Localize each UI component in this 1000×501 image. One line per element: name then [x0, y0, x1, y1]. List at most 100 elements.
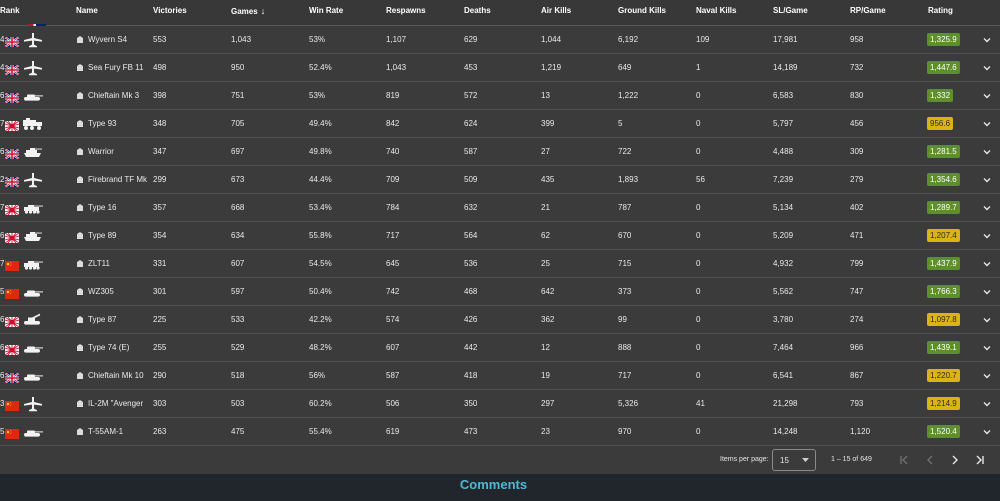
ground-kills-value: 5,326	[618, 399, 639, 408]
paginator: Items per page: 15 1 – 15 of 649	[0, 446, 1000, 474]
victories-value: 290	[153, 371, 167, 380]
ground-kills-value: 717	[618, 371, 632, 380]
victories-value: 498	[153, 63, 167, 72]
expand-chevron-down-icon[interactable]	[981, 426, 993, 438]
expand-chevron-down-icon[interactable]	[981, 258, 993, 270]
expand-chevron-down-icon[interactable]	[981, 90, 993, 102]
table-row[interactable]: 5 T-55AM-1 263 475 55.4% 619 473 23 970 0 14,248 1,…	[0, 418, 1000, 446]
victories-value: 301	[153, 287, 167, 296]
table-row[interactable]: 2 Firebrand TF Mk 299 673 44.4% 709 509 435 1,89…	[0, 166, 1000, 194]
header-rank[interactable]: Rank	[0, 6, 20, 15]
expand-chevron-down-icon[interactable]	[981, 146, 993, 158]
expand-chevron-down-icon[interactable]	[981, 370, 993, 382]
vehicle-name[interactable]: Type 89	[88, 231, 116, 240]
vehicle-name[interactable]: Sea Fury FB 11	[88, 63, 143, 72]
last-page-icon[interactable]	[974, 454, 986, 466]
table-row[interactable]: 5 WZ305 301 597 50.4% 742 468 642 373 0 5,562 747 1,…	[0, 278, 1000, 306]
respawns-value: 1,107	[386, 35, 407, 44]
header-games-label: Games	[231, 7, 258, 16]
victories-value: 348	[153, 119, 167, 128]
expand-chevron-down-icon[interactable]	[981, 34, 993, 46]
header-ground-kills[interactable]: Ground Kills	[618, 6, 666, 15]
table-row[interactable]: 6 Type 74 (E) 255 529 48.2% 607 442 12 888 0 7,464…	[0, 334, 1000, 362]
expand-chevron-down-icon[interactable]	[981, 202, 993, 214]
naval-kills-value: 0	[696, 427, 701, 436]
vehicle-name[interactable]: Type 16	[88, 203, 116, 212]
header-sl-game[interactable]: SL/Game	[773, 6, 808, 15]
items-per-page-select[interactable]: 15	[772, 449, 816, 471]
comments-section: Comments	[0, 474, 1000, 501]
ground-kills-value: 373	[618, 287, 632, 296]
table-row[interactable]: 6 Type 89 354 634 55.8% 717 564 62 670 0 5,209 471 1…	[0, 222, 1000, 250]
vehicle-name[interactable]: IL-2M "Avenger	[88, 399, 143, 408]
vehicle-name[interactable]: ZLT11	[88, 259, 110, 268]
table-row[interactable]: 6 Warrior 347 697 49.8% 740 587 27 722 0 4,488 309 1…	[0, 138, 1000, 166]
header-win-rate[interactable]: Win Rate	[309, 6, 343, 15]
deaths-value: 473	[464, 427, 478, 436]
header-name[interactable]: Name	[76, 6, 98, 15]
win-rate-value: 54.5%	[309, 259, 332, 268]
sort-arrow-down-icon: ↓	[260, 6, 266, 16]
vehicle-name[interactable]: WZ305	[88, 287, 114, 296]
air-kills-value: 399	[541, 119, 555, 128]
table-row[interactable]: 6 Type 87 225 533 42.2% 574 426 362 99 0 3,780 274 1…	[0, 306, 1000, 334]
expand-chevron-down-icon[interactable]	[981, 174, 993, 186]
china-flag-icon	[5, 258, 19, 271]
header-rp-game[interactable]: RP/Game	[850, 6, 886, 15]
table-row[interactable]: 4 Wyvern S4 553 1,043 53% 1,107 629 1,044 6,192 1…	[0, 26, 1000, 54]
table-row[interactable]: 3 IL-2M "Avenger 303 503 60.2% 506 350 297 5,326…	[0, 390, 1000, 418]
naval-kills-value: 0	[696, 91, 701, 100]
header-respawns[interactable]: Respawns	[386, 6, 426, 15]
vehicle-name[interactable]: Warrior	[88, 147, 114, 156]
vehicle-name[interactable]: T-55AM-1	[88, 427, 123, 436]
header-games[interactable]: Games ↓	[231, 6, 265, 16]
vehicle-name[interactable]: Type 87	[88, 315, 116, 324]
rating-badge: 1,439.1	[927, 341, 960, 354]
vehicle-name[interactable]: Firebrand TF Mk	[88, 175, 147, 184]
naval-kills-value: 0	[696, 287, 701, 296]
table-row[interactable]: 7 ZLT11 331 607 54.5% 645 536 25 715 0 4,932 799 1,4…	[0, 250, 1000, 278]
next-page-icon[interactable]	[949, 454, 961, 466]
win-rate-value: 44.4%	[309, 175, 332, 184]
respawns-value: 709	[386, 175, 400, 184]
expand-chevron-down-icon[interactable]	[981, 342, 993, 354]
games-value: 518	[231, 371, 245, 380]
first-page-icon[interactable]	[898, 454, 910, 466]
expand-chevron-down-icon[interactable]	[981, 62, 993, 74]
vehicle-name[interactable]: Chieftain Mk 3	[88, 91, 139, 100]
rp-game-value: 732	[850, 63, 864, 72]
header-deaths[interactable]: Deaths	[464, 6, 491, 15]
rating-badge: 1,289.7	[927, 201, 960, 214]
header-victories[interactable]: Victories	[153, 6, 187, 15]
respawns-value: 574	[386, 315, 400, 324]
rp-game-value: 747	[850, 287, 864, 296]
air-kills-value: 13	[541, 91, 550, 100]
respawns-value: 784	[386, 203, 400, 212]
vehicle-name[interactable]: Wyvern S4	[88, 35, 127, 44]
ifv-vehicle-icon	[22, 144, 44, 160]
header-rating[interactable]: Rating	[928, 6, 953, 15]
deaths-value: 442	[464, 343, 478, 352]
previous-page-icon[interactable]	[924, 454, 936, 466]
table-row[interactable]: 4 Sea Fury FB 11 498 950 52.4% 1,043 453 1,219 6…	[0, 54, 1000, 82]
vehicle-name[interactable]: Type 93	[88, 119, 116, 128]
victories-value: 331	[153, 259, 167, 268]
table-row[interactable]: 7 Type 93 348 705 49.4% 842 624 399 5 0 5,797 456 95…	[0, 110, 1000, 138]
expand-chevron-down-icon[interactable]	[981, 286, 993, 298]
vehicle-type-icon	[77, 372, 83, 379]
expand-chevron-down-icon[interactable]	[981, 314, 993, 326]
air-kills-value: 435	[541, 175, 555, 184]
expand-chevron-down-icon[interactable]	[981, 230, 993, 242]
expand-chevron-down-icon[interactable]	[981, 398, 993, 410]
header-air-kills[interactable]: Air Kills	[541, 6, 571, 15]
vehicle-name[interactable]: Type 74 (E)	[88, 343, 129, 352]
header-naval-kills[interactable]: Naval Kills	[696, 6, 736, 15]
expand-chevron-down-icon[interactable]	[981, 118, 993, 130]
games-value: 529	[231, 343, 245, 352]
vehicle-name[interactable]: Chieftain Mk 10	[88, 371, 144, 380]
ground-kills-value: 6,192	[618, 35, 639, 44]
table-row[interactable]: 6 Chieftain Mk 10 290 518 56% 587 418 19 717 0 6,5…	[0, 362, 1000, 390]
table-row[interactable]: 7 Type 16 357 668 53.4% 784 632 21 787 0 5,134 402 1…	[0, 194, 1000, 222]
table-row[interactable]: 6 Chieftain Mk 3 398 751 53% 819 572 13 1,222 0 6,…	[0, 82, 1000, 110]
deaths-value: 468	[464, 287, 478, 296]
